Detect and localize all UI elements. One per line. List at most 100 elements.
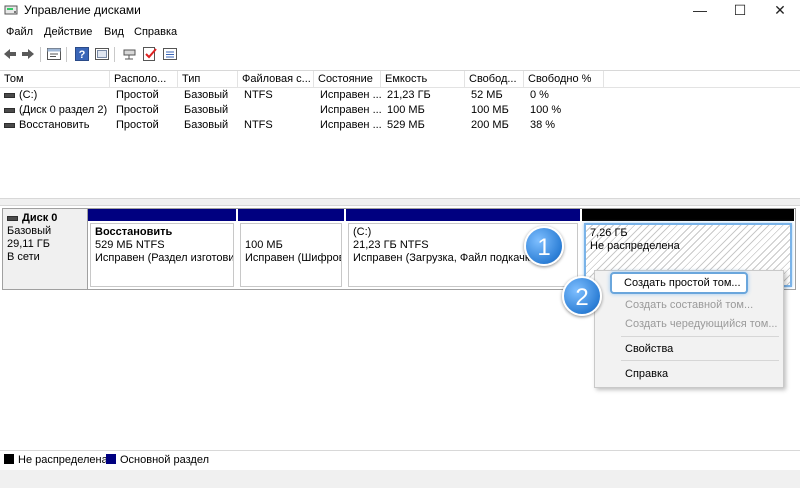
disk-size: 29,11 ГБ [7,238,50,250]
capacity-cell: 529 МБ [387,119,425,131]
title-bar: Управление дисками — ☐ ✕ [0,0,800,20]
disk-status: В сети [7,251,40,263]
volume-icon [4,107,15,113]
minimize-button[interactable]: — [680,0,720,20]
step-badge-2: 2 [562,276,602,316]
disk-icon [7,215,18,221]
partition-size: 100 МБ [245,239,283,251]
refresh-icon[interactable] [94,46,110,62]
free-percent-cell: 0 % [530,89,549,101]
column-header-type[interactable]: Тип [178,71,238,87]
free-space-cell: 100 МБ [471,104,509,116]
partition-bar [346,209,580,221]
volume-row[interactable]: (Диск 0 раздел 2) Простой Базовый Исправ… [0,103,800,118]
disk-management-app-icon [4,5,18,15]
layout-cell: Простой [116,89,159,101]
volume-name: (Диск 0 раздел 2) [19,104,108,116]
partition-label: Восстановить [95,226,173,238]
column-header-filesystem[interactable]: Файловая с... [238,71,314,87]
partition-label [245,226,337,239]
column-header-free-space[interactable]: Свобод... [465,71,524,87]
volume-list-header: Том Располо... Тип Файловая с... Состоян… [0,71,800,88]
capacity-cell: 100 МБ [387,104,425,116]
partition-bar [88,209,236,221]
column-header-volume[interactable]: Том [0,71,110,87]
menu-item-help[interactable]: Справка [625,368,668,380]
toolbar-separator [66,47,67,62]
type-cell: Базовый [184,119,229,131]
partition-bar [238,209,344,221]
layout-cell: Простой [116,104,159,116]
disk-name-row: Диск 0 [7,212,83,225]
partition-bar [582,209,794,221]
filesystem-cell: NTFS [244,89,273,101]
partition-status: Не распределена [590,240,680,252]
partition-body: 100 МБ Исправен (Шифров [240,223,342,287]
column-header-status[interactable]: Состояние [314,71,381,87]
volume-row[interactable]: (C:) Простой Базовый NTFS Исправен ... 2… [0,88,800,103]
menu-help[interactable]: Справка [134,26,177,38]
menu-item-new-striped-volume: Создать чередующийся том... [625,318,778,330]
volume-icon [4,92,15,98]
partition-efi[interactable]: 100 МБ Исправен (Шифров [238,209,344,289]
volume-name-cell: (Диск 0 раздел 2) [0,103,110,118]
free-space-cell: 200 МБ [471,119,509,131]
status-bar [0,470,800,488]
menu-item-new-simple-volume[interactable]: Создать простой том... [610,272,748,294]
legend-item-primary: Основной раздел [106,454,209,466]
volume-name-cell: Восстановить [0,118,110,133]
menu-separator [621,360,779,361]
free-percent-cell: 38 % [530,119,556,131]
menu-item-properties[interactable]: Свойства [625,343,673,355]
partition-recovery[interactable]: Восстановить 529 МБ NTFS Исправен (Разде… [88,209,236,289]
column-header-layout[interactable]: Располо... [110,71,178,87]
legend-swatch [4,454,14,464]
menu-item-new-spanned-volume: Создать составной том... [625,299,754,311]
layout-cell: Простой [116,119,159,131]
legend-item-unallocated: Не распределена [4,454,108,466]
legend-label: Основной раздел [120,454,209,466]
svg-text:?: ? [79,49,86,61]
menu-file[interactable]: Файл [6,26,33,38]
menu-action[interactable]: Действие [44,26,92,38]
window-title: Управление дисками [24,3,141,17]
check-icon[interactable] [142,46,158,62]
type-cell: Базовый [184,89,229,101]
free-space-cell: 52 МБ [471,89,503,101]
legend: Не распределена Основной раздел [0,450,800,469]
disk-type: Базовый [7,225,52,237]
volume-icon [4,122,15,128]
free-percent-cell: 100 % [530,104,562,116]
column-header-capacity[interactable]: Емкость [381,71,465,87]
partition-size: 7,26 ГБ [590,227,628,239]
menu-view[interactable]: Вид [104,26,124,38]
volume-row[interactable]: Восстановить Простой Базовый NTFS Исправ… [0,118,800,133]
settings-icon[interactable] [162,46,178,62]
column-header-free-percent[interactable]: Свободно % [524,71,604,87]
status-cell: Исправен ... [320,89,381,101]
status-cell: Исправен ... [320,104,381,116]
legend-swatch [106,454,116,464]
legend-label: Не распределена [18,454,108,466]
step-badge-1: 1 [524,226,564,266]
back-icon[interactable] [2,46,18,62]
capacity-cell: 21,23 ГБ [387,89,431,101]
toolbar-separator [40,47,41,62]
pane-splitter[interactable] [0,198,800,206]
volume-name-cell: (C:) [0,88,110,103]
maximize-button[interactable]: ☐ [720,0,760,20]
menu-separator [621,336,779,337]
forward-icon[interactable] [20,46,36,62]
properties-icon[interactable] [46,46,62,62]
menu-bar: Файл Действие Вид Справка [0,22,800,42]
disk-name: Диск 0 [22,212,58,224]
rescan-icon[interactable] [122,46,138,62]
toolbar-separator [114,47,115,62]
partition-status: Исправен (Раздел изготови [95,252,234,264]
toolbar: ? [0,44,800,66]
close-button[interactable]: ✕ [760,0,800,20]
help-icon[interactable]: ? [74,46,90,62]
disk-label[interactable]: Диск 0 Базовый 29,11 ГБ В сети [2,208,88,290]
volume-name: (C:) [19,89,38,101]
partition-status: Исправен (Шифров [245,252,342,264]
